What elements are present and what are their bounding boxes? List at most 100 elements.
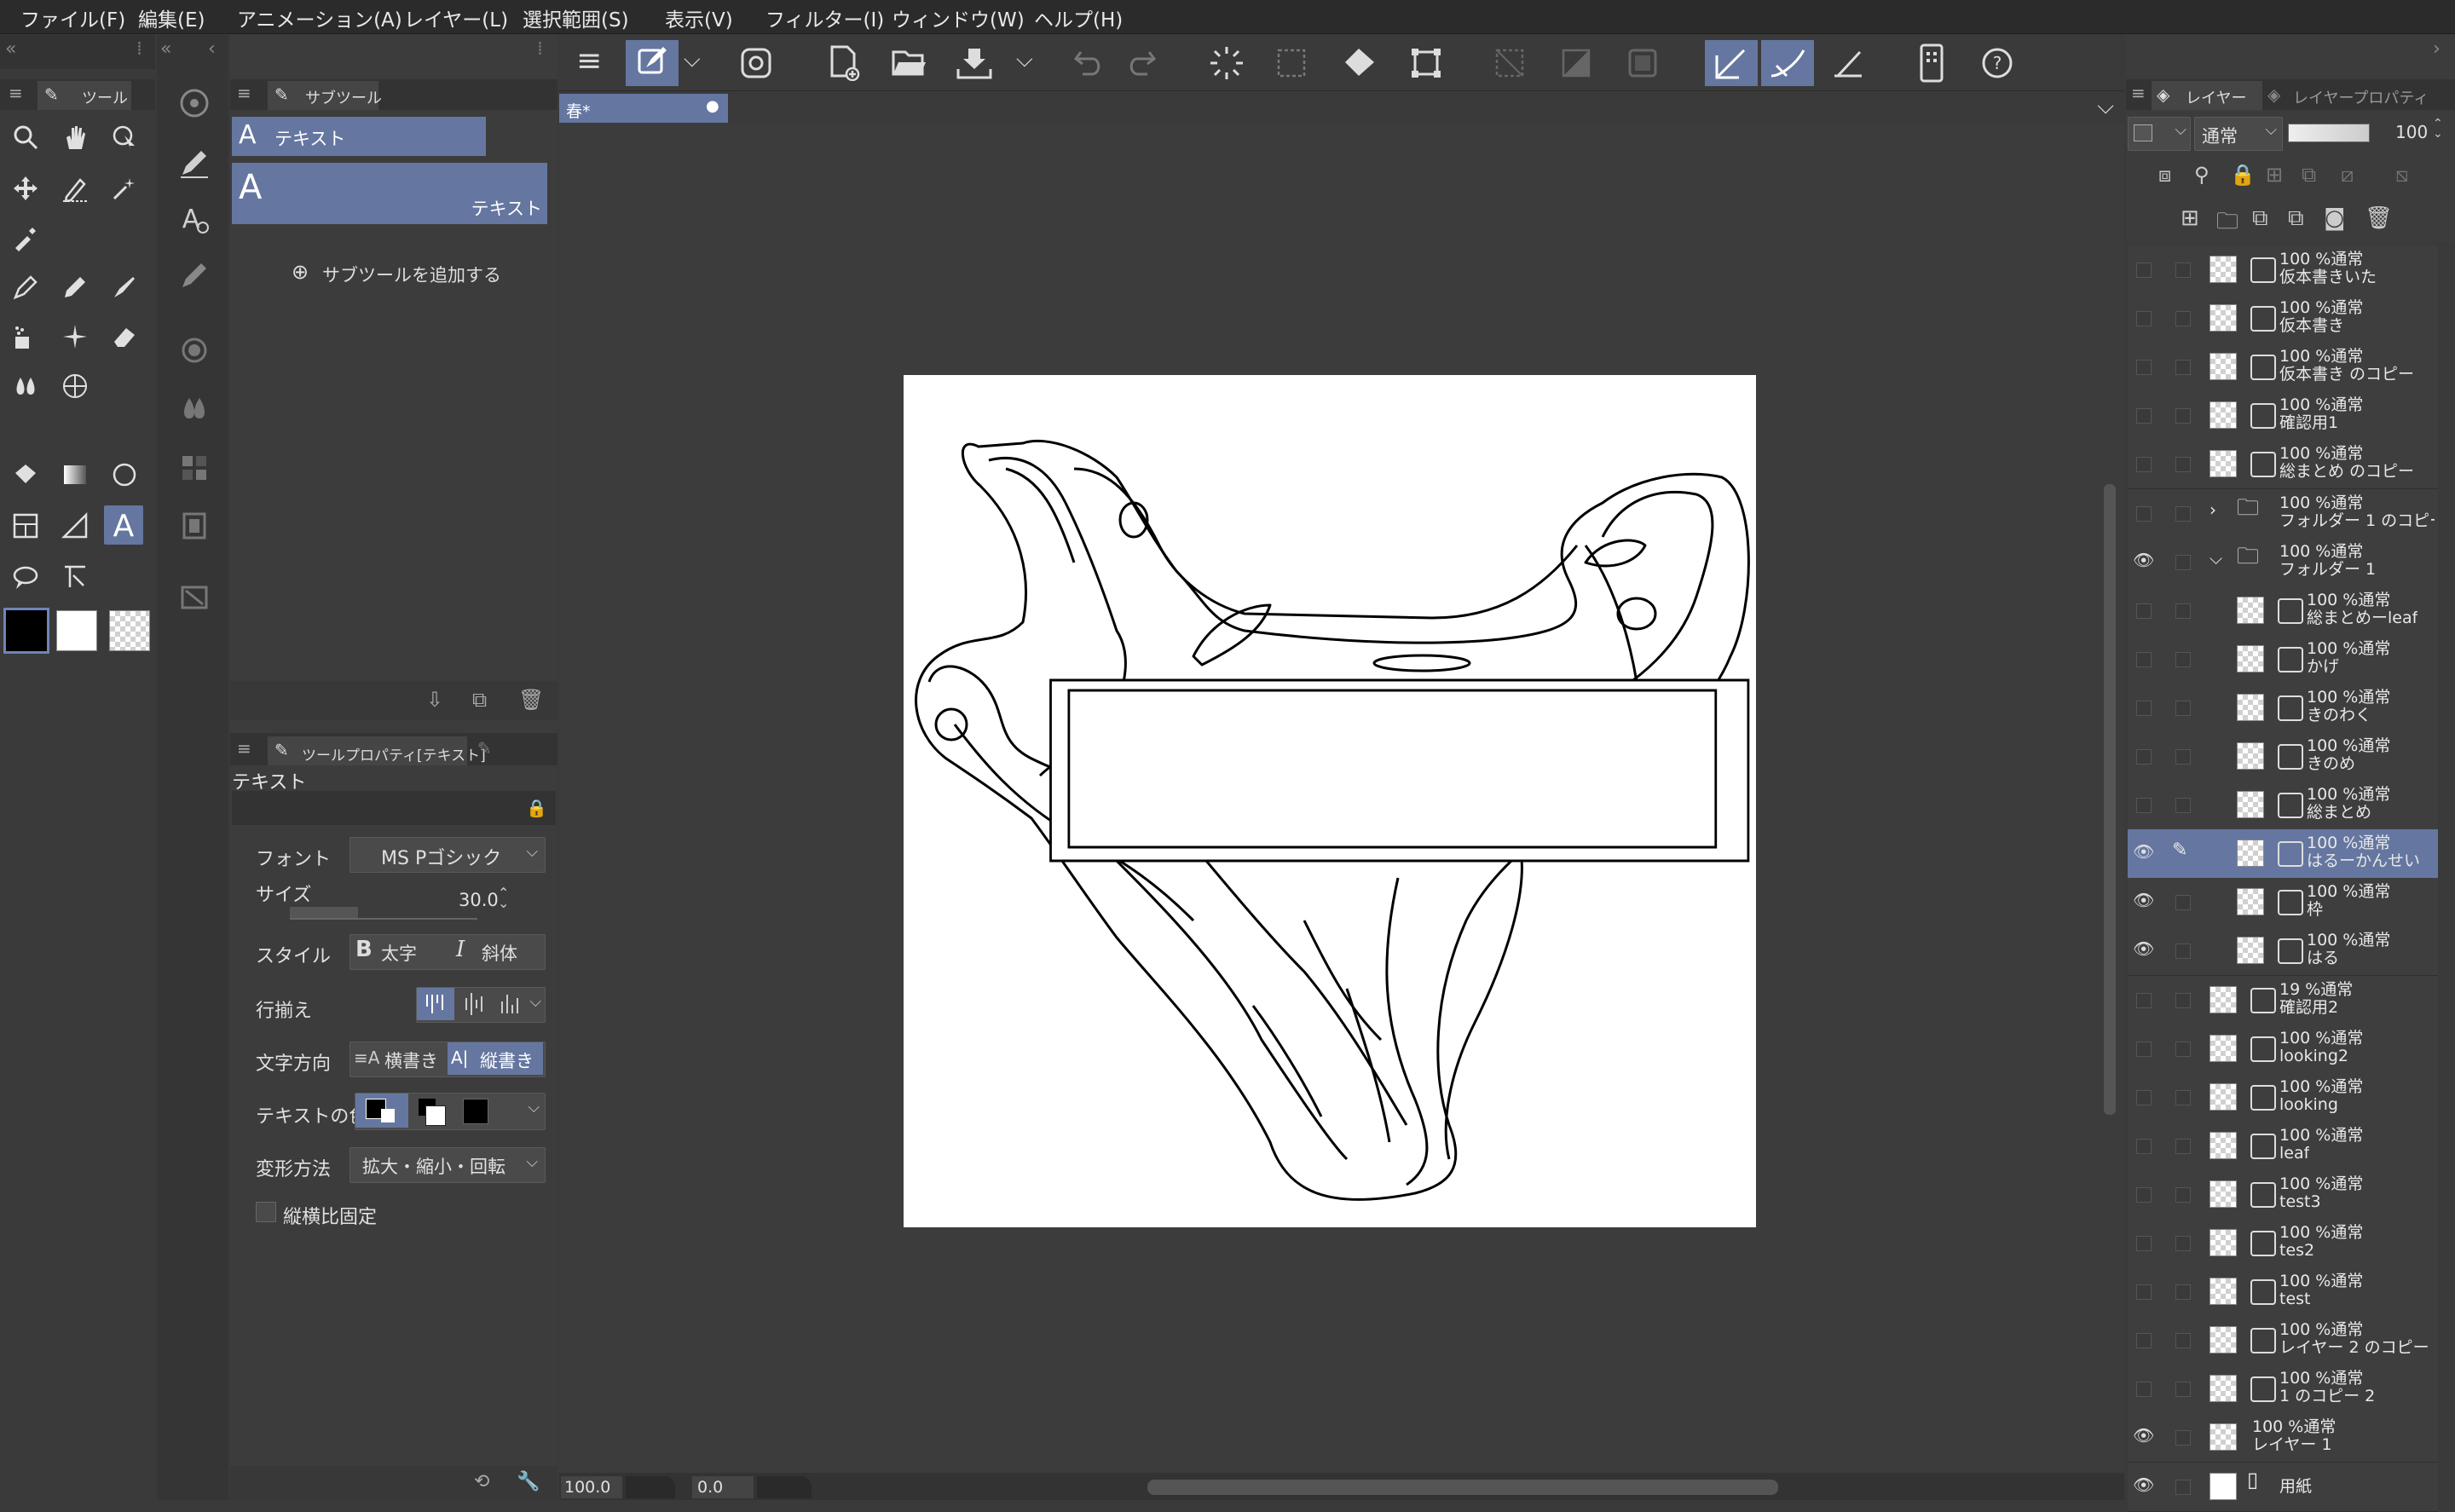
chevron-down-icon-5[interactable]: ⌵: [684, 47, 701, 73]
text-settings-icon[interactable]: A: [177, 202, 211, 236]
visibility-checkbox[interactable]: [2136, 457, 2152, 472]
layer-row[interactable]: 👁 100 %通常枠: [2128, 878, 2438, 927]
chevron-left-icon[interactable]: ‹: [208, 38, 216, 60]
spiral-icon[interactable]: [740, 47, 772, 79]
collapse-left-icon-2[interactable]: «: [160, 38, 171, 60]
edit-lock-checkbox[interactable]: [2175, 263, 2191, 278]
size-stepper-icon[interactable]: ⌃ ⌄: [498, 886, 509, 910]
image-x-icon[interactable]: [177, 580, 211, 615]
edit-lock-checkbox[interactable]: [2175, 1333, 2191, 1348]
visibility-checkbox[interactable]: [2136, 506, 2152, 522]
eye-icon[interactable]: 👁: [2133, 892, 2154, 909]
menu-selection[interactable]: 選択範囲(S): [523, 3, 629, 32]
layer-color-select[interactable]: ⌵: [2128, 117, 2191, 151]
shape-icon[interactable]: [111, 461, 138, 488]
menu-window[interactable]: ウィンドウ(W): [892, 3, 1025, 32]
edit-lock-checkbox[interactable]: [2175, 555, 2191, 570]
transform-select[interactable]: 拡大・縮小・回転 ⌵: [349, 1147, 546, 1183]
pen-sub-icon[interactable]: [177, 146, 211, 180]
layer-row[interactable]: 👁 ⌵ 🗀 100 %通常 フォルダー 1: [2128, 538, 2438, 587]
tab-layer-property[interactable]: ◈ レイヤープロパティ: [2264, 81, 2452, 110]
edit-lock-checkbox[interactable]: [2175, 1430, 2191, 1446]
layer-row[interactable]: 100 %通常 仮本書き: [2128, 294, 2438, 343]
size-slider-fill[interactable]: [290, 907, 358, 919]
zoom-field[interactable]: 100.0: [561, 1476, 622, 1498]
visibility-checkbox[interactable]: [2136, 749, 2152, 765]
size-value[interactable]: 30.0: [459, 890, 499, 910]
redo-icon[interactable]: [1125, 47, 1158, 79]
layer-row[interactable]: 100 %通常 仮本書き のコピー: [2128, 343, 2438, 392]
edit-lock-checkbox[interactable]: [2175, 408, 2191, 424]
selection-pen-icon[interactable]: [61, 175, 89, 202]
visibility-checkbox[interactable]: [2136, 701, 2152, 716]
undo-icon[interactable]: [1072, 47, 1105, 79]
selection-clear-icon[interactable]: [1275, 47, 1308, 79]
navigator-icon[interactable]: [177, 86, 211, 120]
eye-icon[interactable]: 👁: [2133, 843, 2154, 861]
help-bubble-icon[interactable]: ?: [1979, 45, 2015, 81]
angle-field[interactable]: 0.0: [692, 1476, 754, 1498]
visibility-checkbox[interactable]: [2136, 1382, 2152, 1397]
eye-icon[interactable]: 👁: [2133, 1427, 2154, 1445]
frame-icon[interactable]: [12, 512, 39, 540]
drops-icon[interactable]: [177, 391, 211, 425]
edit-lock-checkbox[interactable]: [2175, 1090, 2191, 1105]
delete-layer-icon[interactable]: 🗑: [2365, 205, 2393, 231]
visibility-checkbox[interactable]: [2136, 798, 2152, 813]
save-icon[interactable]: [956, 45, 992, 81]
snap-ruler-button[interactable]: [1705, 40, 1758, 86]
visibility-checkbox[interactable]: [2136, 993, 2152, 1008]
grid-pattern-icon[interactable]: [177, 451, 211, 485]
tab-layer[interactable]: ◈ レイヤー: [2152, 81, 2262, 110]
panel-menu-icon-2[interactable]: ≡: [237, 83, 251, 103]
visibility-checkbox[interactable]: [2136, 263, 2152, 278]
edit-lock-checkbox[interactable]: [2175, 1480, 2191, 1495]
visibility-checkbox[interactable]: [2136, 1042, 2152, 1057]
layer-row[interactable]: 19 %通常 確認用2: [2128, 976, 2438, 1025]
edit-lock-checkbox[interactable]: [2175, 993, 2191, 1008]
pen-icon[interactable]: [12, 274, 39, 301]
hamburger-icon[interactable]: ≡: [576, 43, 602, 78]
copy-layer-icon[interactable]: ⧉: [2252, 205, 2268, 232]
tone-icon[interactable]: [1560, 47, 1592, 79]
edit-lock-checkbox[interactable]: [2175, 895, 2191, 910]
edit-lock-checkbox[interactable]: [2175, 1187, 2191, 1203]
vertical-button[interactable]: A| 縦書き: [448, 1042, 543, 1075]
airbrush-icon[interactable]: [12, 323, 39, 350]
visibility-checkbox[interactable]: [2136, 1236, 2152, 1251]
drawing-paper[interactable]: [904, 375, 1756, 1227]
edit-lock-checkbox[interactable]: [2175, 1139, 2191, 1154]
opacity-slider[interactable]: [2288, 124, 2370, 142]
layer-row[interactable]: 100 %通常 looking: [2128, 1073, 2438, 1122]
layer-row[interactable]: 👁 ▯ 用紙: [2128, 1463, 2438, 1512]
decoration-icon[interactable]: [61, 323, 89, 350]
unsaved-dot-icon[interactable]: ●: [706, 97, 719, 115]
layer-row[interactable]: 100 %通常 きのわく: [2128, 684, 2438, 733]
gradient-icon[interactable]: [61, 461, 89, 488]
layer-row[interactable]: 100 %通常 仮本書きいた: [2128, 245, 2438, 295]
panel-menu-icon-4[interactable]: ≡: [2131, 83, 2146, 103]
menu-animation[interactable]: アニメーション(A): [237, 3, 402, 32]
edit-lock-checkbox[interactable]: [2175, 360, 2191, 375]
fill-bucket-icon[interactable]: [1342, 45, 1378, 81]
reset-icon[interactable]: ⟲: [474, 1471, 489, 1492]
edit-lock-checkbox[interactable]: [2175, 944, 2191, 959]
document-tab[interactable]: 春* ●: [559, 94, 728, 123]
layer-row[interactable]: 👁 100 %通常 はる: [2128, 926, 2438, 976]
film-icon[interactable]: [177, 509, 211, 543]
chevron-right-icon[interactable]: ›: [2210, 501, 2216, 519]
chevron-down-icon-3[interactable]: ⌵: [528, 1099, 540, 1117]
clip-icon[interactable]: ⧈: [2158, 163, 2171, 187]
loading-sparkle-icon[interactable]: [1209, 45, 1245, 81]
edit-lock-checkbox[interactable]: [2175, 1236, 2191, 1251]
edit-lock-checkbox[interactable]: [2175, 701, 2191, 716]
horizontal-button[interactable]: ≡A 横書き: [350, 1042, 446, 1075]
pencil-icon[interactable]: [61, 274, 89, 301]
open-folder-icon[interactable]: [892, 47, 927, 79]
layer-row[interactable]: › 🗀 100 %通常 フォルダー 1 のコピー: [2128, 489, 2438, 539]
layer-row[interactable]: 100 %通常 きのめ: [2128, 732, 2438, 782]
lock-transparent-icon[interactable]: ⊞: [2266, 163, 2283, 187]
menu-file[interactable]: ファイル(F): [20, 3, 125, 32]
font-select[interactable]: MS Pゴシック ⌵: [349, 837, 546, 873]
chevron-down-icon-7[interactable]: ⌵: [2097, 94, 2114, 120]
